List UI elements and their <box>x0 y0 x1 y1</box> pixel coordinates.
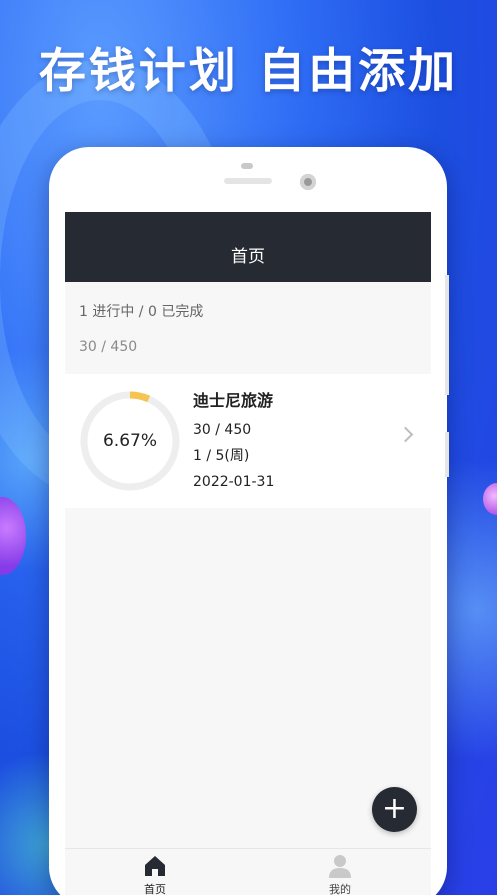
plan-card[interactable]: 6.67% 迪士尼旅游 30 / 450 1 / 5(周) 2022-01-31 <box>65 374 431 508</box>
plus-icon: + <box>381 791 408 826</box>
promo-background: 存钱计划 自由添加 首页 1 进行中 / 0 已完成 30 / 450 6.67… <box>0 0 497 895</box>
add-plan-button[interactable]: + <box>372 787 417 832</box>
progress-percent: 6.67% <box>102 431 157 451</box>
total-saved-amount: 30 / 450 <box>79 339 138 355</box>
phone-camera <box>300 174 316 190</box>
plan-name: 迪士尼旅游 <box>193 391 274 410</box>
promo-headline: 存钱计划 自由添加 <box>38 44 459 99</box>
plan-date: 2022-01-31 <box>193 474 275 490</box>
phone-sensor <box>241 163 253 169</box>
page-title: 首页 <box>65 212 431 282</box>
bottom-tab-bar: 首页 我的 <box>65 848 431 895</box>
tab-home-label: 首页 <box>144 883 166 895</box>
phone-side-button <box>445 275 449 395</box>
tab-mine-label: 我的 <box>329 883 351 895</box>
plan-amount: 30 / 450 <box>193 422 252 438</box>
phone-side-button <box>445 432 449 477</box>
plan-info: 迪士尼旅游 30 / 450 1 / 5(周) 2022-01-31 <box>193 390 274 498</box>
home-icon <box>145 856 165 876</box>
user-icon <box>329 855 351 878</box>
app-screen: 首页 1 进行中 / 0 已完成 30 / 450 6.67% 迪士尼旅游 30… <box>65 212 431 895</box>
tab-home[interactable]: 首页 <box>115 853 195 895</box>
tab-mine[interactable]: 我的 <box>300 853 380 895</box>
plan-period: 1 / 5(周) <box>193 448 250 464</box>
plan-status-count: 1 进行中 / 0 已完成 <box>79 304 204 320</box>
phone-speaker <box>224 178 272 184</box>
phone-mockup: 首页 1 进行中 / 0 已完成 30 / 450 6.67% 迪士尼旅游 30… <box>49 147 449 895</box>
chevron-right-icon <box>397 426 414 443</box>
savings-summary: 1 进行中 / 0 已完成 30 / 450 <box>65 282 431 375</box>
